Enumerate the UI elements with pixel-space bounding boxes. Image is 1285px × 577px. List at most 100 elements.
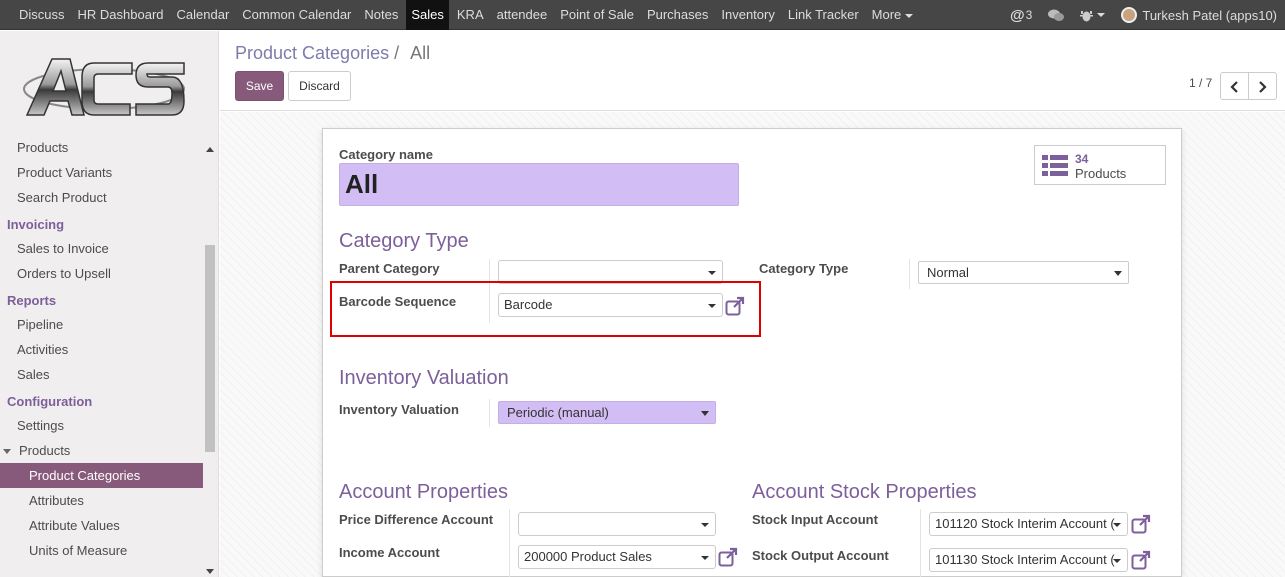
pager-value[interactable]: 1 / 7 xyxy=(1189,76,1212,90)
debug-menu-button[interactable] xyxy=(1072,0,1113,30)
caret-down-icon xyxy=(708,271,716,275)
menu-sales[interactable]: Sales xyxy=(406,0,449,30)
mentions-button[interactable]: @ 3 xyxy=(1002,0,1040,30)
sidebar-item-search-product[interactable]: Search Product xyxy=(0,185,203,210)
field-divider xyxy=(920,509,921,577)
app-menu: Discuss HR Dashboard Calendar Common Cal… xyxy=(14,0,921,30)
top-navbar: Discuss HR Dashboard Calendar Common Cal… xyxy=(0,0,1285,30)
mentions-count: 3 xyxy=(1025,8,1033,22)
income-account-select[interactable]: 200000 Product Sales xyxy=(518,545,716,569)
section-title-account-properties: Account Properties xyxy=(339,481,508,503)
sidebar-nav: Products Product Variants Search Product… xyxy=(0,135,203,563)
chevron-right-icon xyxy=(1259,81,1267,93)
sidebar-item-sales[interactable]: Sales xyxy=(0,362,203,387)
menu-kra[interactable]: KRA xyxy=(452,0,489,30)
caret-down-icon xyxy=(1113,559,1121,563)
caret-down-icon xyxy=(1114,271,1122,276)
menu-common-calendar[interactable]: Common Calendar xyxy=(237,0,356,30)
income-account-label: Income Account xyxy=(339,545,440,560)
chevron-down-icon xyxy=(905,13,914,18)
avatar xyxy=(1121,7,1138,23)
sidebar-item-settings[interactable]: Settings xyxy=(0,413,203,438)
sidebar-item-units-of-measure[interactable]: Units of Measure xyxy=(0,538,203,563)
chat-bubbles-icon xyxy=(1048,9,1065,21)
sidebar-item-products-group[interactable]: Products xyxy=(0,438,203,463)
stock-input-account-value: 101120 Stock Interim Account ( xyxy=(935,516,1115,531)
chevron-down-icon xyxy=(1097,13,1106,17)
caret-down-icon xyxy=(701,523,709,527)
chevron-left-icon xyxy=(1230,81,1238,93)
scroll-down-arrow-icon[interactable] xyxy=(206,569,214,574)
breadcrumb: Product Categories / All xyxy=(235,43,430,64)
parent-category-label: Parent Category xyxy=(339,261,440,276)
menu-discuss[interactable]: Discuss xyxy=(14,0,70,30)
systray: @ 3 Turkesh Patel (apps10) xyxy=(1002,0,1285,30)
sidebar-item-products[interactable]: Products xyxy=(0,135,203,160)
external-link-icon[interactable] xyxy=(1131,550,1151,570)
category-type-select[interactable]: Normal xyxy=(918,261,1129,284)
menu-notes[interactable]: Notes xyxy=(359,0,403,30)
inventory-valuation-value: Periodic (manual) xyxy=(507,405,609,420)
messages-button[interactable] xyxy=(1040,0,1072,30)
external-link-icon[interactable] xyxy=(1131,514,1151,534)
save-button[interactable]: Save xyxy=(235,71,284,101)
inventory-valuation-select[interactable]: Periodic (manual) xyxy=(498,401,716,424)
breadcrumb-parent-link[interactable]: Product Categories xyxy=(235,43,389,63)
section-title-category-type: Category Type xyxy=(339,230,469,252)
field-divider xyxy=(489,399,490,427)
user-menu[interactable]: Turkesh Patel (apps10) xyxy=(1113,0,1285,30)
breadcrumb-current: All xyxy=(410,43,431,63)
stat-label: Products xyxy=(1075,166,1127,181)
price-difference-account-label: Price Difference Account xyxy=(339,512,494,527)
inventory-valuation-label: Inventory Valuation xyxy=(339,402,459,417)
stock-output-account-value: 101130 Stock Interim Account ( xyxy=(935,552,1115,567)
sidebar-item-attributes[interactable]: Attributes xyxy=(0,488,203,513)
category-name-input[interactable]: All xyxy=(339,163,739,206)
stock-output-account-select[interactable]: 101130 Stock Interim Account ( xyxy=(929,548,1128,572)
category-type-value: Normal xyxy=(927,265,969,280)
discard-button[interactable]: Discard xyxy=(288,71,351,101)
scroll-up-arrow-icon[interactable] xyxy=(206,147,214,152)
sidebar-item-sales-to-invoice[interactable]: Sales to Invoice xyxy=(0,236,203,261)
menu-calendar[interactable]: Calendar xyxy=(172,0,235,30)
income-account-value: 200000 Product Sales xyxy=(524,549,652,564)
menu-attendee[interactable]: attendee xyxy=(492,0,553,30)
user-name: Turkesh Patel (apps10) xyxy=(1142,7,1277,23)
menu-more-label: More xyxy=(871,7,902,22)
sidebar-item-orders-to-upsell[interactable]: Orders to Upsell xyxy=(0,261,203,286)
bug-icon xyxy=(1080,10,1094,21)
stock-input-account-select[interactable]: 101120 Stock Interim Account ( xyxy=(929,512,1128,536)
menu-inventory[interactable]: Inventory xyxy=(716,0,779,30)
sidebar-header-invoicing: Invoicing xyxy=(7,217,65,232)
breadcrumb-separator: / xyxy=(394,43,400,63)
sidebar-item-product-variants[interactable]: Product Variants xyxy=(0,160,203,185)
sidebar-item-product-categories[interactable]: Product Categories xyxy=(0,463,203,488)
stock-output-account-label: Stock Output Account xyxy=(752,548,889,563)
sidebar-item-activities[interactable]: Activities xyxy=(0,337,203,362)
field-divider xyxy=(509,509,510,577)
sidebar-header-configuration: Configuration xyxy=(7,394,93,409)
sidebar-item-attribute-values[interactable]: Attribute Values xyxy=(0,513,203,538)
scrollbar-thumb[interactable] xyxy=(205,245,215,452)
menu-purchases[interactable]: Purchases xyxy=(642,0,713,30)
sidebar-scrollbar[interactable] xyxy=(204,135,216,577)
sidebar-item-pipeline[interactable]: Pipeline xyxy=(0,312,203,337)
stat-count: 34 xyxy=(1075,152,1089,166)
price-difference-account-select[interactable] xyxy=(518,512,716,536)
external-link-icon[interactable] xyxy=(718,547,738,567)
pager-previous-button[interactable] xyxy=(1220,72,1249,100)
menu-point-of-sale[interactable]: Point of Sale xyxy=(555,0,639,30)
menu-link-tracker[interactable]: Link Tracker xyxy=(783,0,864,30)
sidebar-item-label: Products xyxy=(19,443,71,458)
menu-more[interactable]: More xyxy=(867,0,919,30)
menu-hr-dashboard[interactable]: HR Dashboard xyxy=(73,0,169,30)
caret-down-icon xyxy=(701,556,709,560)
company-logo xyxy=(23,58,185,116)
caret-down-icon xyxy=(3,449,11,455)
products-stat-button[interactable]: 34 Products xyxy=(1034,145,1166,185)
left-sidebar: Products Product Variants Search Product… xyxy=(0,31,219,577)
section-title-inventory-valuation: Inventory Valuation xyxy=(339,367,509,389)
pager-next-button[interactable] xyxy=(1248,72,1277,100)
section-title-account-stock-properties: Account Stock Properties xyxy=(752,481,977,503)
barcode-sequence-highlight-box xyxy=(330,281,761,337)
